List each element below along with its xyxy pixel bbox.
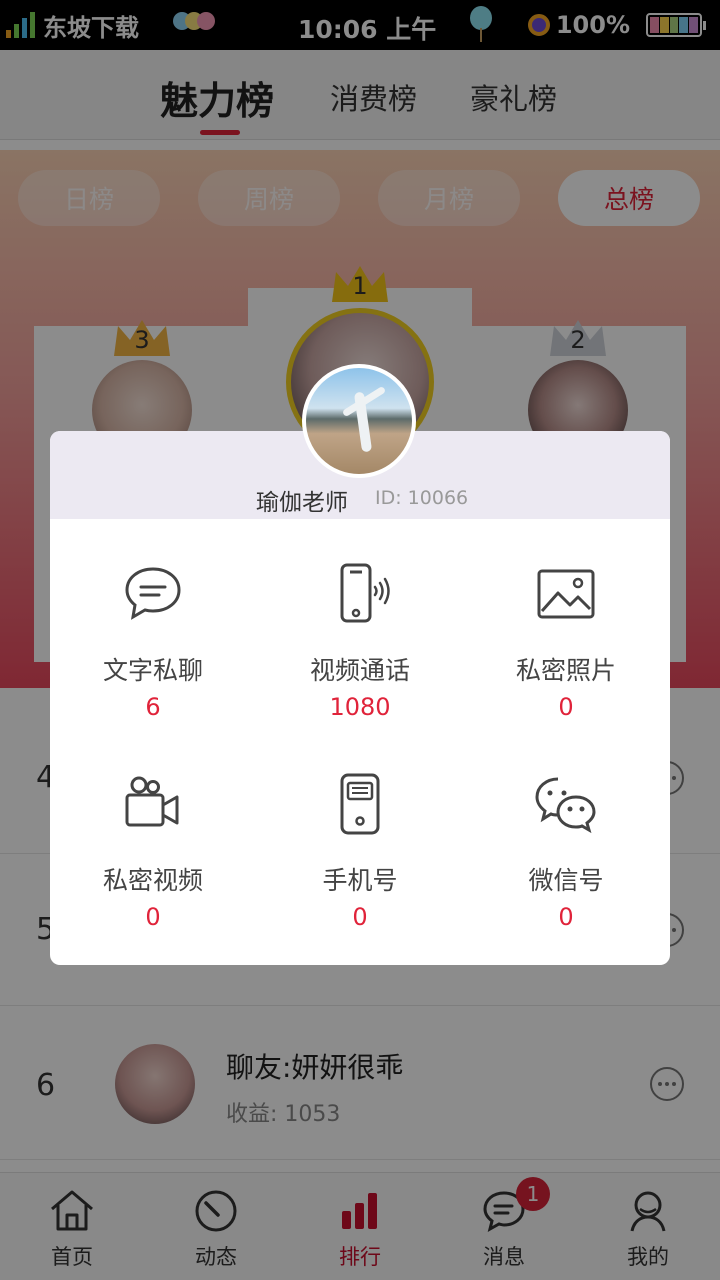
phone-call-icon [328, 563, 392, 627]
option-value: 0 [352, 903, 368, 931]
option-value: 0 [145, 903, 161, 931]
option-label: 私密照片 [515, 656, 616, 685]
dialog-avatar[interactable] [302, 364, 416, 478]
image-icon [534, 563, 598, 627]
dialog-user-name: 瑜伽老师 [256, 490, 348, 516]
wechat-icon [534, 773, 598, 837]
private-video-option[interactable]: 私密视频 0 [50, 773, 256, 983]
status-bar-overlay [0, 0, 720, 50]
phone-number-option[interactable]: 手机号 0 [257, 773, 463, 983]
option-label: 手机号 [322, 866, 398, 895]
option-label: 文字私聊 [102, 656, 203, 685]
private-photos-option[interactable]: 私密照片 0 [463, 563, 669, 773]
option-value: 1080 [329, 693, 391, 721]
text-chat-option[interactable]: 文字私聊 6 [50, 563, 256, 773]
option-label: 微信号 [528, 866, 604, 895]
wechat-option[interactable]: 微信号 0 [463, 773, 669, 983]
option-value: 0 [558, 693, 574, 721]
video-call-option[interactable]: 视频通话 1080 [257, 563, 463, 773]
option-value: 6 [145, 693, 161, 721]
option-label: 私密视频 [102, 866, 203, 895]
video-camera-icon [121, 773, 185, 837]
dialog-user-id: ID: 10066 [375, 487, 469, 509]
option-label: 视频通话 [309, 656, 410, 685]
option-value: 0 [558, 903, 574, 931]
user-profile-dialog: 瑜伽老师 ID: 10066 文字私聊 6 视频通话 1080 私密照片 0 私… [50, 364, 670, 965]
chat-bubble-icon [121, 563, 185, 627]
mobile-phone-icon [328, 773, 392, 837]
